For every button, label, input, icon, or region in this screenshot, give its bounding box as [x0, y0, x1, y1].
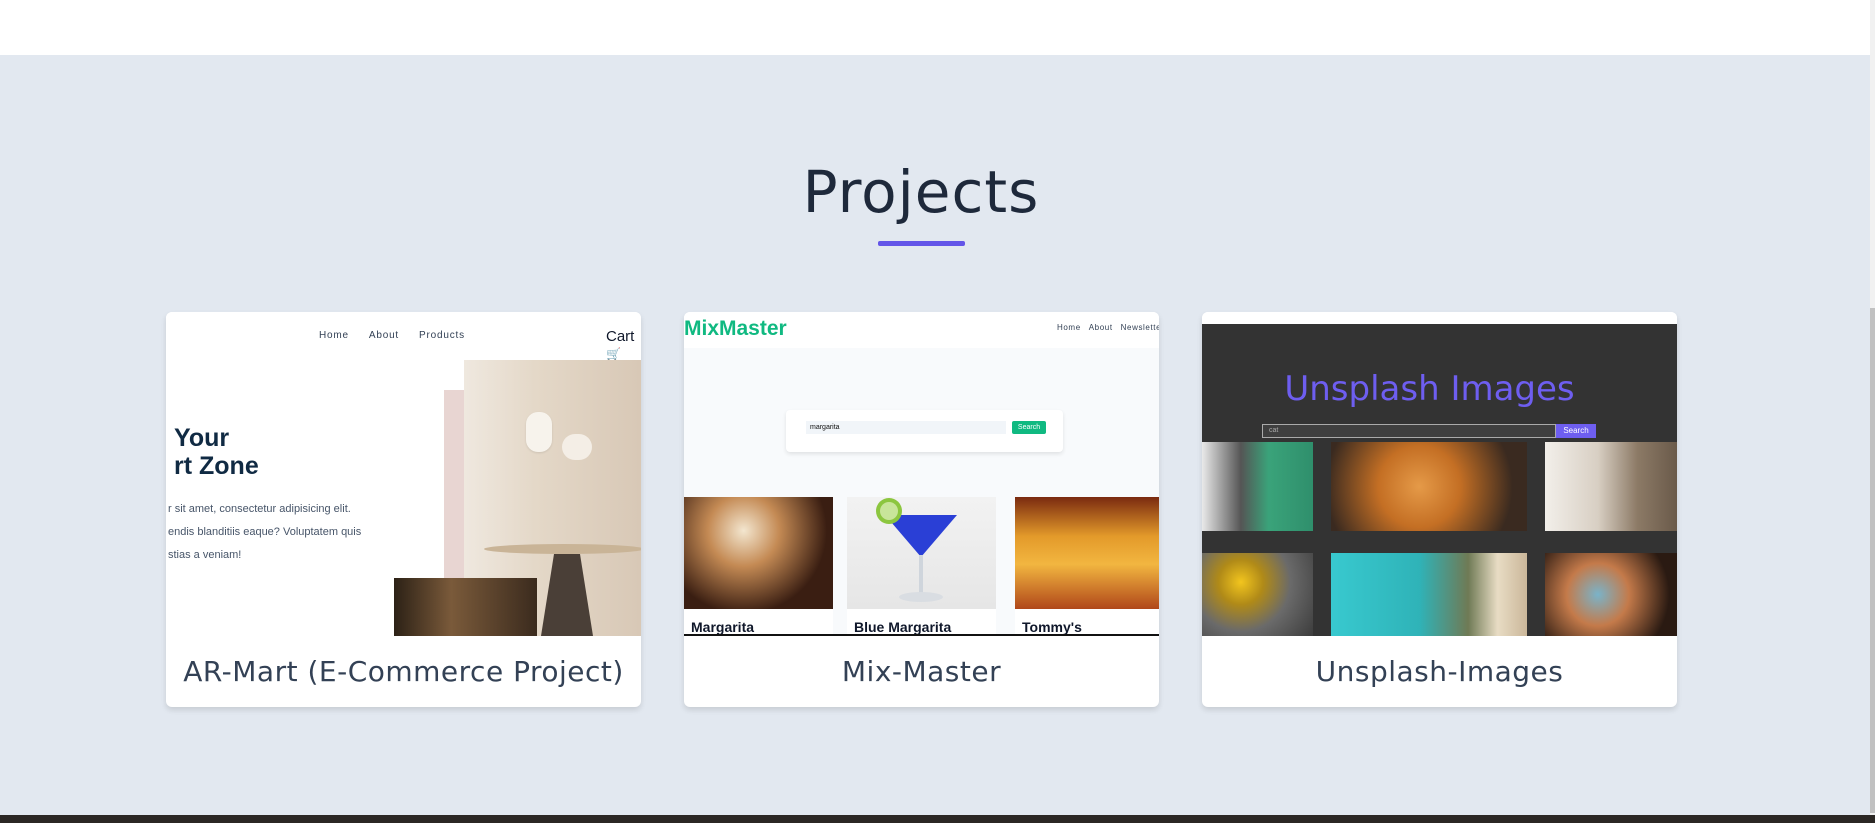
preview-lamp — [562, 434, 592, 460]
preview-cat-image — [1202, 553, 1313, 636]
preview-headline: Your rt Zone — [174, 424, 259, 480]
preview-table — [484, 544, 641, 554]
preview-title: Unsplash Images — [1284, 369, 1575, 409]
preview-cat-image — [1331, 553, 1527, 636]
project-title[interactable]: AR-Mart (E-Commerce Project) — [166, 636, 641, 707]
project-card-ar-mart[interactable]: Home About Products Cart 🛒 Your rt Zone … — [166, 312, 641, 707]
taskbar-edge — [0, 815, 1875, 823]
preview-cat-image — [1202, 442, 1313, 531]
preview-cat-image — [1545, 442, 1677, 531]
preview-nav-products: Products — [419, 330, 465, 341]
project-title[interactable]: Mix-Master — [684, 636, 1159, 707]
preview-nav-home: Home — [319, 330, 349, 341]
preview-drink-card: Tommy's — [1015, 497, 1159, 636]
preview-cat-image — [1331, 442, 1527, 531]
preview-lamp — [526, 412, 552, 452]
preview-search-input: cat — [1262, 424, 1556, 438]
project-title[interactable]: Unsplash-Images — [1202, 636, 1677, 707]
preview-nav-about: About — [368, 330, 400, 341]
preview-search-form: margarita Search — [786, 410, 1063, 452]
section-title: Projects — [802, 158, 1040, 226]
preview-paragraph: r sit amet, consectetur adipisicing elit… — [168, 503, 362, 561]
project-card-unsplash-images[interactable]: Unsplash Images cat Search Unsplash-Imag… — [1202, 312, 1677, 707]
top-navbar — [0, 0, 1870, 55]
project-image-ar-mart[interactable]: Home About Products Cart 🛒 Your rt Zone … — [166, 312, 641, 636]
project-image-unsplash-images[interactable]: Unsplash Images cat Search — [1202, 312, 1677, 636]
preview-search-input: margarita — [806, 421, 1006, 434]
preview-drink-card: Margarita — [684, 497, 833, 636]
preview-nav: Home About Products — [319, 330, 465, 341]
preview-search-button: Search — [1012, 421, 1046, 434]
project-card-mix-master[interactable]: MixMaster Home About Newslette margarita… — [684, 312, 1159, 707]
preview-workshop-image — [394, 578, 537, 636]
preview-cat-image — [1545, 553, 1677, 636]
preview-background: Unsplash Images cat Search — [1202, 324, 1677, 636]
preview-search-button: Search — [1556, 424, 1596, 438]
page-scrollbar-thumb[interactable] — [1870, 308, 1875, 813]
preview-cart: Cart 🛒 — [606, 328, 635, 361]
preview-drink-card: Blue Margarita — [847, 497, 996, 636]
preview-nav: Home About Newslette — [1057, 323, 1159, 332]
preview-logo: MixMaster — [684, 317, 787, 340]
project-image-mix-master[interactable]: MixMaster Home About Newslette margarita… — [684, 312, 1159, 636]
title-underline — [878, 241, 965, 246]
